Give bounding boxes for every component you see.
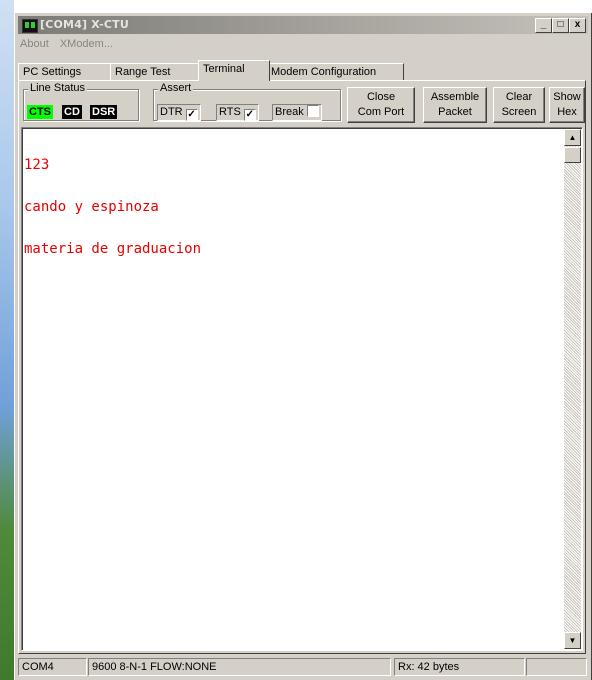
assert-label: Assert	[158, 82, 194, 94]
tab-terminal[interactable]: Terminal	[198, 60, 270, 81]
close-button[interactable]: x	[569, 18, 586, 33]
button-line-1: Close	[366, 91, 396, 103]
vertical-scrollbar[interactable]: ▲ ▼	[564, 129, 581, 649]
button-line-2: Packet	[438, 106, 472, 118]
button-line-1: Assemble	[430, 91, 480, 103]
scroll-up-icon[interactable]: ▲	[564, 129, 581, 146]
button-line-2: Screen	[501, 106, 537, 118]
minimize-button[interactable]: _	[535, 18, 552, 33]
tab-pc-settings[interactable]: PC Settings	[18, 63, 114, 81]
button-line-2: Hex	[557, 106, 577, 118]
check-icon	[306, 105, 319, 117]
button-line-1: Show	[553, 91, 581, 103]
terminal-text: 123 cando y espinoza materia de graduaci…	[24, 130, 201, 284]
button-line-1: Clear	[505, 91, 533, 103]
terminal-output[interactable]: 123 cando y espinoza materia de graduaci…	[21, 127, 583, 651]
close-com-port-button[interactable]: Close Com Port	[347, 87, 415, 123]
terminal-tab-panel: Line Status CTS CD DSR Assert DTR ✓ RTS ✓ …	[18, 80, 586, 654]
check-icon: ✓	[243, 109, 256, 121]
cts-indicator: CTS	[27, 105, 53, 119]
dtr-label: DTR	[160, 106, 183, 118]
rts-label: RTS	[219, 106, 241, 118]
window-title: [COM4] X-CTU	[40, 18, 129, 31]
menu-xmodem[interactable]: XModem...	[60, 38, 113, 50]
rts-checkbox[interactable]: RTS ✓	[216, 104, 259, 121]
status-rx: Rx: 42 bytes	[394, 658, 525, 676]
assemble-packet-button[interactable]: Assemble Packet	[423, 87, 487, 123]
line-status-label: Line Status	[28, 82, 88, 94]
menu-bar: About XModem...	[20, 38, 121, 54]
dsr-indicator: DSR	[90, 105, 118, 119]
status-bar: COM4 9600 8-N-1 FLOW:NONE Rx: 42 bytes	[18, 658, 588, 676]
status-settings: 9600 8-N-1 FLOW:NONE	[88, 658, 391, 676]
terminal-line: cando y espinoza	[24, 199, 159, 215]
status-extra	[526, 658, 587, 676]
app-icon	[22, 19, 38, 33]
clear-screen-button[interactable]: Clear Screen	[493, 87, 545, 123]
terminal-line: 123	[24, 157, 50, 173]
maximize-button[interactable]: □	[552, 18, 569, 33]
status-port: COM4	[18, 658, 87, 676]
button-line-2: Com Port	[357, 106, 405, 118]
break-label: Break	[275, 106, 304, 118]
break-checkbox[interactable]: Break	[272, 104, 322, 121]
xctu-window: [COM4] X-CTU _ □ x About XModem... PC Se…	[14, 12, 592, 680]
scroll-thumb[interactable]	[564, 147, 581, 163]
desktop-background	[0, 0, 14, 680]
terminal-line: materia de graduacion	[24, 241, 202, 257]
tab-modem-configuration[interactable]: Modem Configuration	[266, 63, 404, 81]
show-hex-button[interactable]: Show Hex	[549, 87, 585, 123]
menu-about[interactable]: About	[20, 38, 49, 50]
assert-group: Assert DTR ✓ RTS ✓ Break	[153, 82, 341, 121]
cd-indicator: CD	[62, 105, 82, 119]
check-icon: ✓	[185, 109, 198, 121]
title-bar[interactable]: [COM4] X-CTU _ □ x	[18, 16, 588, 34]
tab-range-test[interactable]: Range Test	[110, 63, 204, 81]
scroll-down-icon[interactable]: ▼	[564, 632, 581, 649]
line-status-group: Line Status CTS CD DSR	[23, 82, 139, 121]
dtr-checkbox[interactable]: DTR ✓	[157, 104, 201, 121]
